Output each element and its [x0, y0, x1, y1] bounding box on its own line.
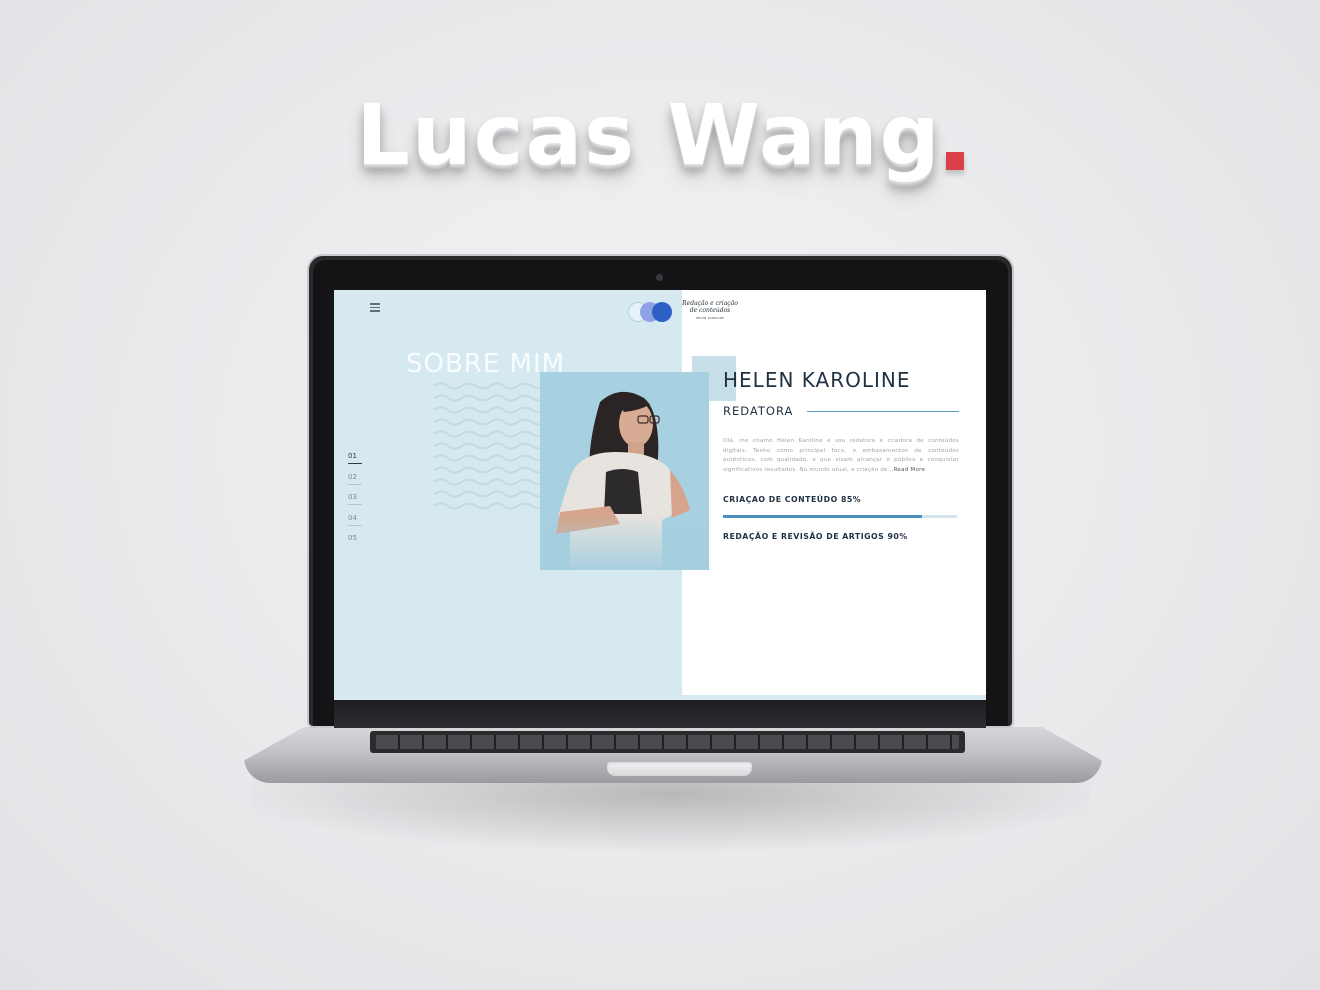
laptop-lid-notch	[607, 762, 752, 776]
logo-circle-icon	[652, 302, 672, 322]
laptop-keyboard	[376, 735, 959, 749]
skill-progress-fill	[723, 515, 922, 519]
skill-label: REDAÇÃO E REVISÃO DE ARTIGOS 90%	[723, 532, 908, 542]
bottom-band	[682, 695, 986, 700]
read-more-link[interactable]: Read More	[894, 467, 926, 473]
hamburger-menu-icon[interactable]	[370, 303, 380, 312]
headline-dot	[945, 152, 964, 170]
headline: Lucas Wang	[0, 80, 1320, 190]
profile-bio: Olá, me chamo Helen Karoline e sou redat…	[723, 437, 959, 475]
profile-role: REDATORA	[723, 404, 794, 418]
skill-label: CRIAÇAO DE CONTEÚDO 85%	[723, 495, 862, 505]
skill-item: CRIAÇAO DE CONTEÚDO 85%	[723, 495, 959, 519]
role-divider	[807, 410, 959, 412]
slide-nav-item[interactable]: 03	[348, 493, 364, 514]
slide-nav-item[interactable]: 04	[348, 514, 364, 535]
profile-content: HELEN KAROLINE REDATORA Olá, me chamo He…	[723, 368, 959, 541]
slide-nav-item[interactable]: 02	[348, 473, 364, 494]
profile-role-row: REDATORA	[723, 404, 959, 418]
laptop-screen-bezel-bottom	[334, 700, 986, 728]
slide-nav: 01 02 03 04 05	[348, 452, 364, 555]
logo-title: Redação e criação de conteúdos	[682, 300, 738, 314]
slide-nav-item[interactable]: 01	[348, 452, 364, 473]
profile-photo-illustration	[540, 372, 709, 570]
wave-pattern	[434, 382, 544, 510]
camera-icon	[656, 274, 663, 281]
slide-nav-item[interactable]: 05	[348, 534, 364, 555]
skill-item: REDAÇÃO E REVISÃO DE ARTIGOS 90%	[723, 532, 959, 541]
website-screen: Redação e criação de conteúdos HELEN KAR…	[334, 290, 986, 700]
skill-progress-track	[723, 515, 957, 519]
laptop-shadow	[250, 780, 1090, 850]
logo-subtitle: HELEN KAROLINE	[695, 317, 725, 320]
site-logo[interactable]: Redação e criação de conteúdos HELEN KAR…	[628, 300, 738, 326]
profile-photo	[540, 372, 709, 570]
profile-name: HELEN KAROLINE	[723, 368, 911, 392]
headline-text: Lucas Wang	[356, 86, 942, 184]
